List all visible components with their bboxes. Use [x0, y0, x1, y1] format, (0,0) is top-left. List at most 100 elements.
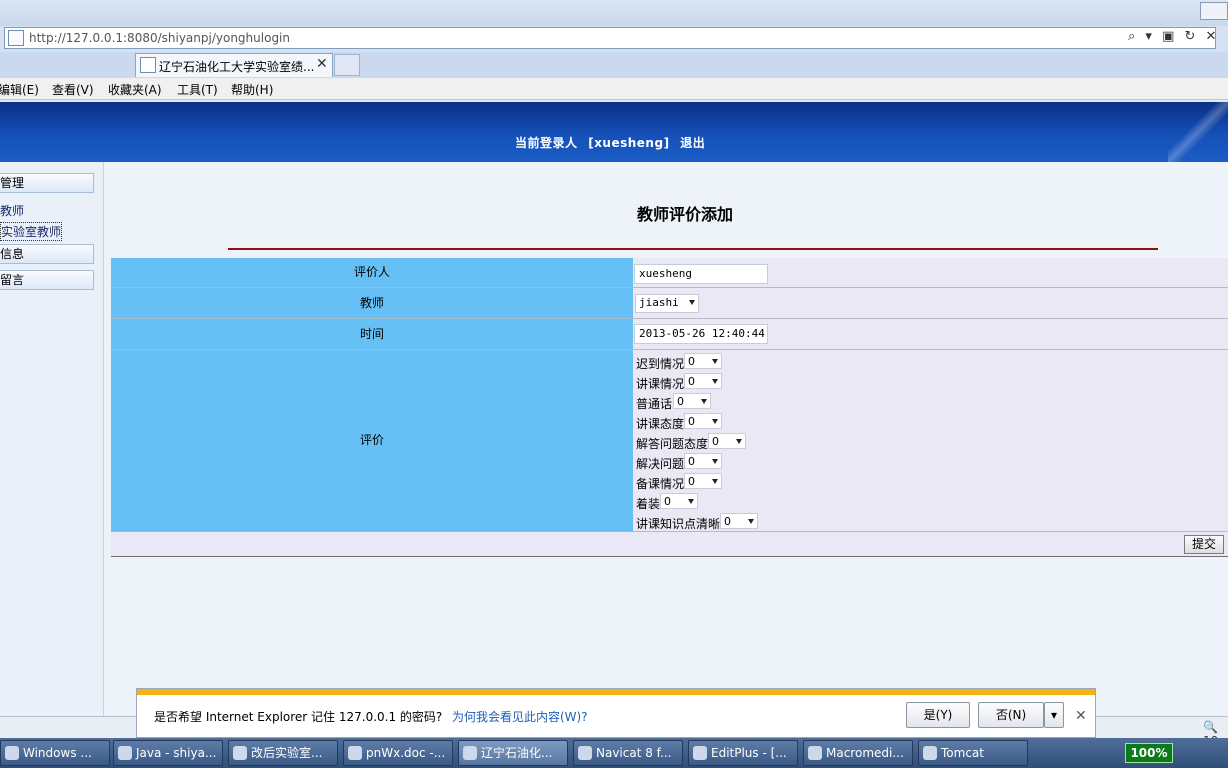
criterion-select[interactable]: 0: [660, 493, 698, 509]
address-actions-icons[interactable]: ⌕ ▾ ▣ ↻ ✕: [1128, 29, 1219, 44]
page-title: 教师评价添加: [637, 205, 734, 224]
criterion-select[interactable]: 0: [684, 373, 722, 389]
taskbar-item[interactable]: pnWx.doc -...: [343, 740, 453, 766]
word-icon: [348, 746, 362, 760]
logout-link[interactable]: 退出: [680, 136, 705, 150]
password-prompt-help-link[interactable]: 为何我会看见此内容(W)?: [452, 708, 588, 725]
criterion-value: 0: [688, 455, 695, 468]
sidebar-link-lab-teacher[interactable]: 实验室教师: [0, 222, 63, 241]
submit-button[interactable]: 提交: [1184, 535, 1224, 554]
taskbar-label: Tomcat: [941, 746, 984, 760]
sidebar-section-info[interactable]: 信息: [0, 244, 94, 264]
menu-view[interactable]: 查看(V): [52, 81, 94, 98]
word-icon: [233, 746, 247, 760]
criterion-value: 0: [688, 355, 695, 368]
label-evaluation: 评价: [111, 350, 633, 532]
taskbar-label: pnWx.doc -...: [366, 746, 446, 760]
criterion-value: 0: [688, 475, 695, 488]
taskbar-item[interactable]: EditPlus - [...: [688, 740, 798, 766]
chevron-down-icon: [689, 300, 695, 305]
taskbar-item[interactable]: 改后实验室...: [228, 740, 338, 766]
sidebar-section-messages[interactable]: 留言: [0, 270, 94, 290]
taskbar-item[interactable]: 辽宁石油化...: [458, 740, 568, 766]
taskbar-item[interactable]: Windows ...: [0, 740, 110, 766]
menu-edit[interactable]: 编辑(E): [0, 81, 39, 98]
chevron-down-icon: [688, 499, 694, 504]
tab-favicon-icon: [140, 57, 156, 73]
criterion-select[interactable]: 0: [684, 353, 722, 369]
restore-window-button[interactable]: [1200, 2, 1228, 20]
tab-close-icon[interactable]: ✕: [316, 56, 328, 72]
sidebar-section-manage[interactable]: 管理: [0, 173, 94, 193]
battery-indicator[interactable]: 100%: [1125, 743, 1173, 763]
criterion-select[interactable]: 0: [684, 473, 722, 489]
criterion-select[interactable]: 0: [673, 393, 711, 409]
menu-help[interactable]: 帮助(H): [231, 81, 273, 98]
criterion-value: 0: [664, 495, 671, 508]
criterion-label: 讲课态度: [636, 417, 685, 431]
address-url[interactable]: http://127.0.0.1:8080/shiyanpj/yonghulog…: [29, 31, 290, 45]
login-username: [xuesheng]: [588, 136, 670, 150]
no-options-dropdown[interactable]: ▾: [1044, 702, 1064, 728]
taskbar-label: Windows ...: [23, 746, 92, 760]
close-icon[interactable]: ✕: [1075, 708, 1087, 724]
taskbar-label: Java - shiya...: [136, 746, 217, 760]
taskbar-item[interactable]: Macromedi...: [803, 740, 913, 766]
submit-row: [111, 532, 1228, 557]
title-divider: [228, 248, 1158, 250]
site-header: [0, 102, 1228, 162]
menu-favorites[interactable]: 收藏夹(A): [108, 81, 162, 98]
yes-button[interactable]: 是(Y): [906, 702, 970, 728]
taskbar-label: 改后实验室...: [251, 746, 323, 760]
login-label: 当前登录人: [515, 136, 578, 150]
chevron-down-icon: [712, 459, 718, 464]
taskbar-label: Macromedi...: [826, 746, 904, 760]
taskbar-item[interactable]: Tomcat: [918, 740, 1028, 766]
navicat-icon: [578, 746, 592, 760]
label-time: 时间: [111, 319, 633, 350]
cell-teacher: [633, 288, 1228, 319]
zoom-icon: 🔍: [1203, 720, 1218, 734]
criterion-select[interactable]: 0: [684, 453, 722, 469]
teacher-select-value: jiashi: [639, 296, 679, 309]
label-evaluator: 评价人: [111, 258, 633, 288]
criterion-label: 解答问题态度: [636, 437, 709, 451]
taskbar-item[interactable]: Navicat 8 f...: [573, 740, 683, 766]
tab-title[interactable]: 辽宁石油化工大学实验室绩...: [159, 58, 314, 75]
criterion-value: 0: [677, 395, 684, 408]
chevron-down-icon: [712, 419, 718, 424]
chevron-down-icon: [712, 379, 718, 384]
time-input[interactable]: 2013-05-26 12:40:44: [634, 324, 768, 344]
criterion-select[interactable]: 0: [708, 433, 746, 449]
criterion-value: 0: [688, 415, 695, 428]
evaluator-input[interactable]: xuesheng: [634, 264, 768, 284]
teacher-select[interactable]: jiashi: [635, 294, 699, 313]
criterion-label: 着装: [636, 497, 661, 511]
title-strip: [0, 0, 1228, 26]
new-tab-button[interactable]: [334, 54, 360, 76]
criterion-value: 0: [688, 375, 695, 388]
password-prompt-accent: [137, 689, 1095, 695]
macromedia-icon: [808, 746, 822, 760]
taskbar-item[interactable]: Java - shiya...: [113, 740, 223, 766]
password-prompt-message: 是否希望 Internet Explorer 记住 127.0.0.1 的密码?: [154, 710, 443, 724]
criterion-select[interactable]: 0: [720, 513, 758, 529]
criterion-label: 解决问题: [636, 457, 685, 471]
criterion-label: 讲课情况: [636, 377, 685, 391]
no-button[interactable]: 否(N): [978, 702, 1044, 728]
sidebar-link-teacher[interactable]: 教师: [0, 202, 24, 219]
criterion-select[interactable]: 0: [684, 413, 722, 429]
chevron-down-icon: [736, 439, 742, 444]
ie-icon: [463, 746, 477, 760]
chevron-down-icon: [712, 359, 718, 364]
criterion-label: 备课情况: [636, 477, 685, 491]
login-info: 当前登录人 [xuesheng] 退出: [515, 134, 711, 151]
criterion-label: 普通话: [636, 397, 673, 411]
menu-tools[interactable]: 工具(T): [177, 81, 218, 98]
taskbar-label: 辽宁石油化...: [481, 746, 553, 760]
criterion-value: 0: [724, 515, 731, 528]
criterion-label: 迟到情况: [636, 357, 685, 371]
page-icon: [8, 30, 24, 46]
editplus-icon: [693, 746, 707, 760]
criterion-value: 0: [712, 435, 719, 448]
